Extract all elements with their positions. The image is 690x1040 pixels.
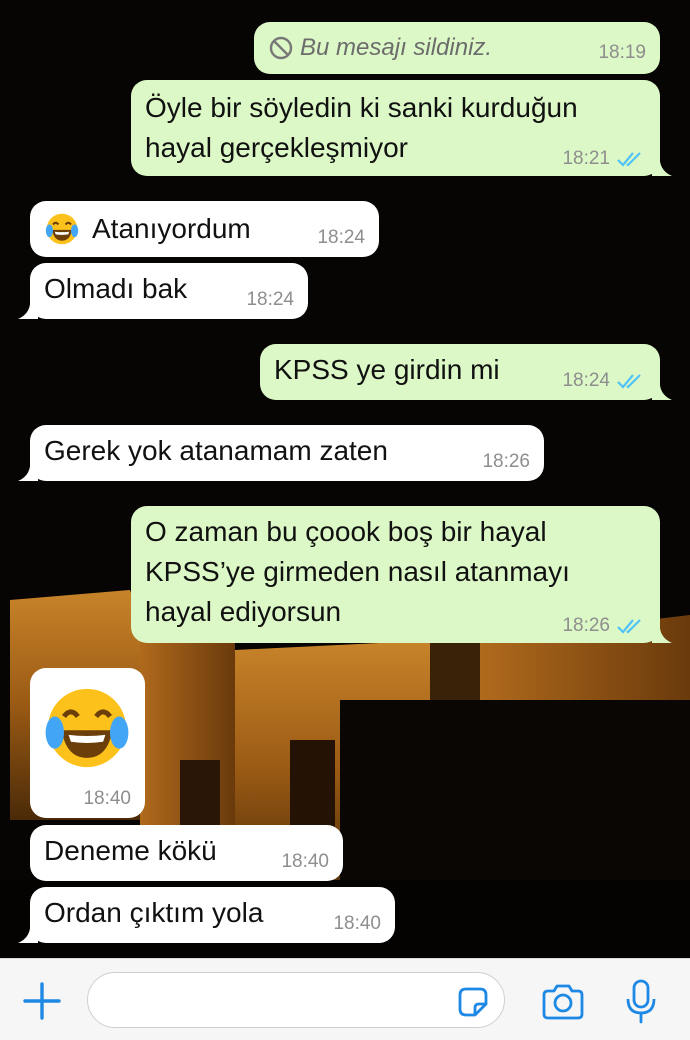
message-bubble-incoming[interactable]: Olmadı bak 18:24 [18, 263, 308, 319]
message-text: Gerek yok atanamam zaten [44, 435, 388, 466]
message-bubble-incoming[interactable]: Ordan çıktım yola 18:40 [18, 887, 395, 943]
message-input-bar [0, 958, 690, 1040]
message-time: 18:26 [562, 615, 610, 636]
microphone-icon[interactable] [625, 979, 657, 1025]
message-line: KPSS’ye girmeden nasıl atanmayı [145, 556, 570, 587]
message-time: 18:21 [562, 148, 610, 169]
message-line: O zaman bu çoook boş bir hayal [145, 516, 547, 547]
message-bubble-incoming[interactable]: Deneme kökü 18:40 [30, 825, 343, 881]
sticker-icon[interactable] [455, 984, 491, 1020]
message-bubble-incoming[interactable]: 18:40 [30, 668, 145, 818]
bubble-tail [18, 459, 38, 481]
message-bubble-outgoing[interactable]: O zaman bu çoook boş bir hayal KPSS’ye g… [131, 506, 672, 643]
message-text: Ordan çıktım yola [44, 897, 264, 928]
face-with-tears-of-joy-icon [45, 213, 79, 245]
message-time: 18:24 [562, 370, 610, 391]
message-bubble-outgoing[interactable]: Öyle bir söyledin ki sanki kurduğun haya… [131, 80, 672, 176]
camera-icon[interactable] [540, 982, 586, 1022]
message-time: 18:26 [482, 451, 530, 472]
message-input[interactable] [87, 972, 505, 1028]
message-text: KPSS ye girdin mi [274, 354, 500, 385]
deleted-icon [269, 36, 293, 60]
message-time: 18:40 [333, 913, 381, 934]
plus-icon[interactable] [22, 981, 62, 1021]
message-text: Deneme kökü [44, 835, 217, 866]
message-line: Öyle bir söyledin ki sanki kurduğun [145, 92, 578, 123]
message-bubble-incoming[interactable]: Gerek yok atanamam zaten 18:26 [18, 425, 544, 481]
message-line: hayal gerçekleşmiyor [145, 132, 408, 163]
read-ticks-icon [617, 619, 641, 634]
read-ticks-icon [617, 152, 641, 167]
bubble-tail [18, 921, 38, 943]
message-time: 18:19 [598, 42, 646, 63]
message-line: hayal ediyorsun [145, 596, 342, 627]
bubble-tail [652, 378, 672, 400]
bubble-tail [652, 621, 672, 643]
message-time: 18:40 [83, 788, 131, 809]
read-ticks-icon [617, 374, 641, 389]
message-text: Olmadı bak [44, 273, 188, 304]
message-time: 18:24 [317, 227, 365, 248]
message-bubble-outgoing[interactable]: KPSS ye girdin mi 18:24 [260, 344, 672, 400]
message-bubble-incoming[interactable]: Atanıyordum 18:24 [30, 201, 379, 257]
message-bubble-outgoing[interactable]: Bu mesajı sildiniz. 18:19 [254, 22, 660, 74]
message-text: Bu mesajı sildiniz. [300, 34, 493, 61]
message-text: Atanıyordum [92, 213, 251, 244]
face-with-tears-of-joy-icon [45, 688, 129, 768]
bubble-tail [18, 297, 38, 319]
bubble-tail [652, 154, 672, 176]
message-time: 18:40 [281, 851, 329, 872]
message-time: 18:24 [246, 289, 294, 310]
